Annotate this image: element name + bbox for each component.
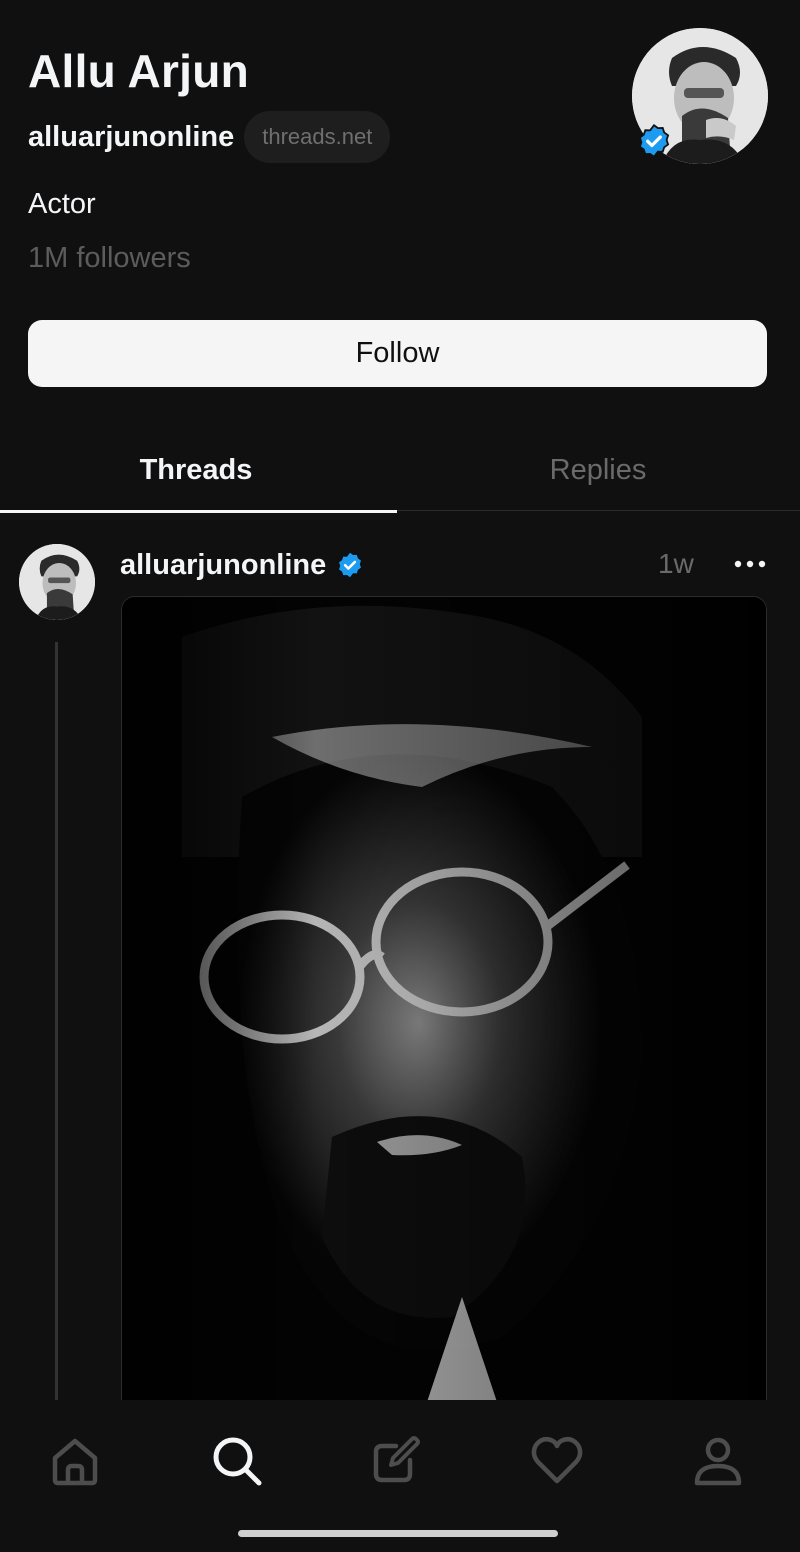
search-icon[interactable] bbox=[206, 1430, 266, 1490]
post-image[interactable] bbox=[121, 596, 767, 1418]
tab-threads[interactable]: Threads bbox=[0, 428, 396, 512]
post-header: alluarjunonline bbox=[120, 545, 364, 585]
heart-icon[interactable] bbox=[527, 1430, 587, 1490]
profile-name: Allu Arjun bbox=[28, 45, 250, 97]
follow-button[interactable]: Follow bbox=[28, 320, 767, 387]
tab-replies[interactable]: Replies bbox=[398, 428, 798, 512]
domain-badge[interactable]: threads.net bbox=[244, 111, 391, 163]
followers-count[interactable]: 1M followers bbox=[28, 242, 191, 275]
home-icon[interactable] bbox=[45, 1430, 105, 1490]
handle-row: alluarjunonline threads.net bbox=[28, 110, 391, 164]
post-avatar[interactable] bbox=[19, 544, 95, 620]
compose-icon[interactable] bbox=[366, 1430, 426, 1490]
post-avatar-photo bbox=[19, 544, 95, 620]
post-author-handle[interactable]: alluarjunonline bbox=[120, 549, 326, 582]
verified-badge-icon bbox=[638, 124, 670, 158]
home-indicator[interactable] bbox=[238, 1530, 558, 1537]
verified-badge-icon bbox=[339, 552, 362, 578]
profile-bio: Actor bbox=[28, 188, 96, 220]
profile-icon[interactable] bbox=[688, 1430, 748, 1490]
profile-handle: alluarjunonline bbox=[28, 120, 235, 153]
post-photo bbox=[122, 597, 766, 1417]
more-options-icon[interactable] bbox=[730, 552, 770, 576]
tab-active-indicator bbox=[0, 510, 397, 513]
post-timestamp: 1w bbox=[658, 548, 694, 579]
thread-connector-line bbox=[55, 642, 58, 1402]
